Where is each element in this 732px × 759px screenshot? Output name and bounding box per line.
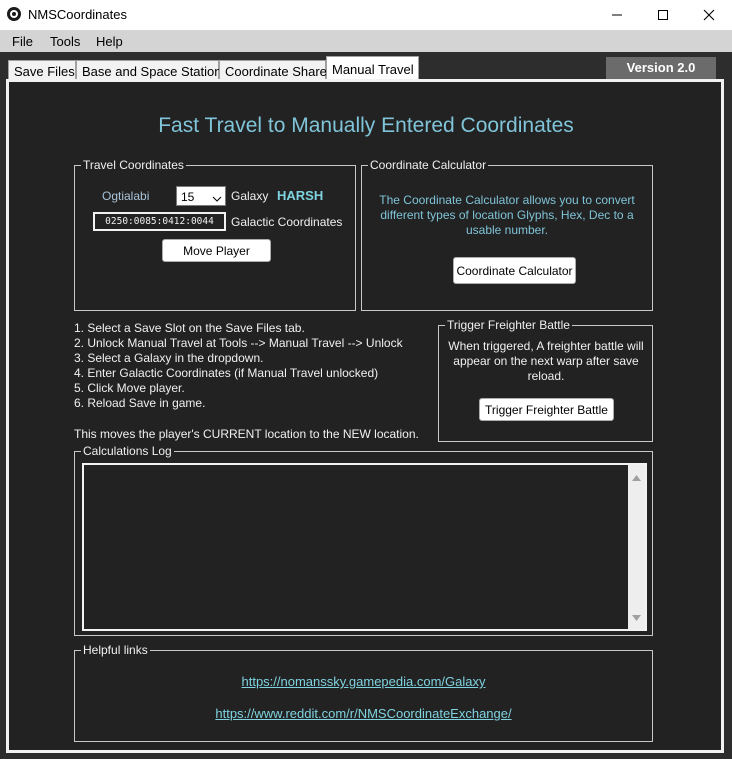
- tab-base-and-space-station[interactable]: Base and Space Station: [76, 60, 222, 80]
- instruction-step: 3. Select a Galaxy in the dropdown.: [74, 351, 264, 365]
- page-title: Fast Travel to Manually Entered Coordina…: [158, 114, 574, 137]
- galaxy-select-value: 15: [181, 190, 195, 204]
- window-title: NMSCoordinates: [28, 7, 127, 22]
- trigger-freighter-battle-button[interactable]: Trigger Freighter Battle: [479, 398, 614, 421]
- version-label: Version 2.0: [606, 57, 716, 79]
- gamepedia-galaxy-link[interactable]: https://nomanssky.gamepedia.com/Galaxy: [74, 674, 653, 689]
- tab-coordinate-share[interactable]: Coordinate Share: [219, 60, 327, 80]
- menu-bar: File Tools Help: [0, 30, 732, 52]
- chevron-down-icon: [212, 192, 222, 206]
- location-note: This moves the player's CURRENT location…: [74, 427, 419, 441]
- helpful-links-list: https://nomanssky.gamepedia.com/Galaxy h…: [74, 674, 653, 734]
- tab-manual-travel[interactable]: Manual Travel: [326, 56, 419, 80]
- close-icon[interactable]: [686, 0, 732, 30]
- move-player-button[interactable]: Move Player: [162, 239, 271, 262]
- scroll-up-icon[interactable]: [632, 470, 641, 484]
- app-icon: [6, 6, 22, 22]
- helpful-links-legend: Helpful links: [83, 643, 148, 657]
- menu-file[interactable]: File: [12, 34, 33, 49]
- travel-coordinates-legend: Travel Coordinates: [83, 158, 184, 172]
- maximize-icon[interactable]: [640, 0, 686, 30]
- freighter-battle-description: When triggered, A freighter battle will …: [448, 339, 644, 383]
- calculations-log-textarea[interactable]: [82, 463, 647, 631]
- instruction-step: 1. Select a Save Slot on the Save Files …: [74, 321, 305, 335]
- galaxy-type: HARSH: [277, 188, 324, 203]
- calculations-log-legend: Calculations Log: [83, 444, 172, 458]
- minimize-icon[interactable]: [594, 0, 640, 30]
- coordinate-calculator-legend: Coordinate Calculator: [370, 158, 487, 172]
- log-scrollbar[interactable]: [628, 465, 645, 629]
- freighter-battle-legend: Trigger Freighter Battle: [447, 318, 570, 332]
- scroll-down-icon[interactable]: [632, 610, 641, 624]
- galaxy-select[interactable]: 15: [176, 186, 226, 206]
- travel-coordinates-group: Travel Coordinates: [74, 158, 356, 311]
- galaxy-label: Galaxy: [231, 189, 269, 203]
- galaxy-name: Ogtialabi: [102, 189, 150, 203]
- instructions-list: 1. Select a Save Slot on the Save Files …: [74, 321, 403, 411]
- menu-tools[interactable]: Tools: [50, 34, 80, 49]
- tab-save-files[interactable]: Save Files: [8, 60, 76, 80]
- coordinate-calculator-button[interactable]: Coordinate Calculator: [453, 257, 576, 284]
- instruction-step: 4. Enter Galactic Coordinates (if Manual…: [74, 366, 379, 380]
- instruction-step: 5. Click Move player.: [74, 381, 185, 395]
- instruction-step: 6. Reload Save in game.: [74, 396, 206, 410]
- galactic-coordinates-input[interactable]: 0250:0085:0412:0044: [93, 212, 226, 231]
- instruction-step: 2. Unlock Manual Travel at Tools --> Man…: [74, 336, 403, 350]
- title-bar: NMSCoordinates: [0, 0, 732, 30]
- coordinate-calculator-description: The Coordinate Calculator allows you to …: [379, 193, 635, 237]
- reddit-coordinate-exchange-link[interactable]: https://www.reddit.com/r/NMSCoordinateEx…: [74, 706, 653, 721]
- galactic-coordinates-label: Galactic Coordinates: [231, 215, 343, 229]
- menu-help[interactable]: Help: [96, 34, 123, 49]
